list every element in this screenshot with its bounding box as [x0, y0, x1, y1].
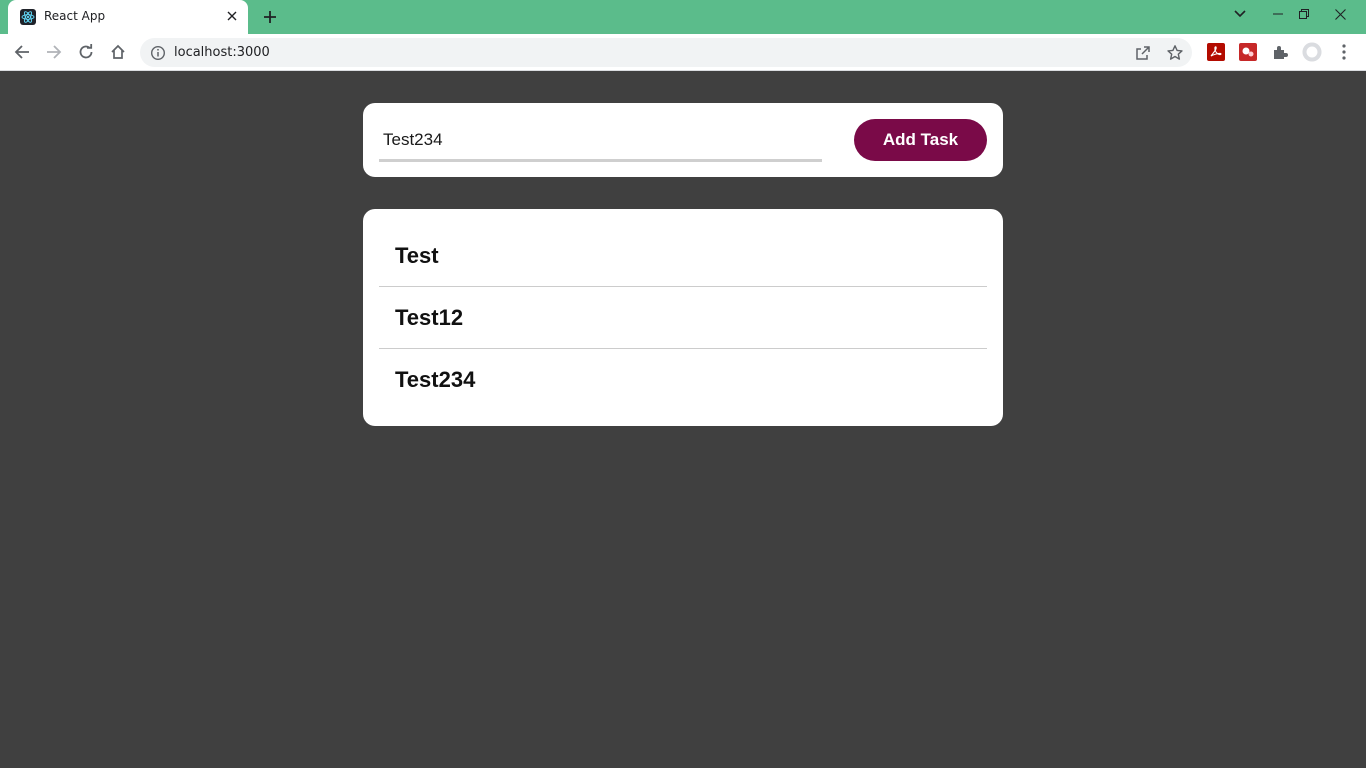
- home-icon[interactable]: [105, 39, 131, 65]
- red-extension-icon[interactable]: [1238, 42, 1258, 62]
- task-item[interactable]: Test234: [379, 349, 987, 411]
- new-tab-icon[interactable]: [260, 7, 280, 27]
- browser-tab[interactable]: React App: [8, 0, 248, 34]
- arrow-left-icon[interactable]: [9, 39, 35, 65]
- url-text[interactable]: localhost:3000: [174, 45, 270, 60]
- task-item[interactable]: Test: [379, 225, 987, 287]
- react-favicon-icon: [20, 9, 36, 25]
- star-icon[interactable]: [1166, 44, 1184, 62]
- share-icon[interactable]: [1134, 44, 1152, 62]
- reload-icon[interactable]: [73, 39, 99, 65]
- browser-toolbar: localhost:3000: [0, 34, 1366, 71]
- tab-title: React App: [44, 9, 106, 23]
- address-bar[interactable]: localhost:3000: [140, 38, 1192, 67]
- tab-search-chevron-icon[interactable]: [1222, 0, 1258, 28]
- info-icon[interactable]: [150, 45, 166, 61]
- restore-icon[interactable]: [1286, 0, 1322, 28]
- arrow-right-icon[interactable]: [41, 39, 67, 65]
- close-tab-icon[interactable]: [224, 8, 240, 24]
- task-list: Test Test12 Test234: [363, 209, 1003, 426]
- task-input-card: Add Task: [363, 103, 1003, 177]
- kebab-menu-icon[interactable]: [1334, 42, 1354, 62]
- add-task-button[interactable]: Add Task: [854, 119, 987, 161]
- puzzle-icon[interactable]: [1270, 42, 1290, 62]
- browser-titlebar: React App: [0, 0, 1366, 34]
- task-input[interactable]: [379, 120, 822, 162]
- window-close-icon[interactable]: [1322, 0, 1358, 28]
- pdf-extension-icon[interactable]: [1206, 42, 1226, 62]
- profile-icon[interactable]: [1302, 42, 1322, 62]
- task-item[interactable]: Test12: [379, 287, 987, 349]
